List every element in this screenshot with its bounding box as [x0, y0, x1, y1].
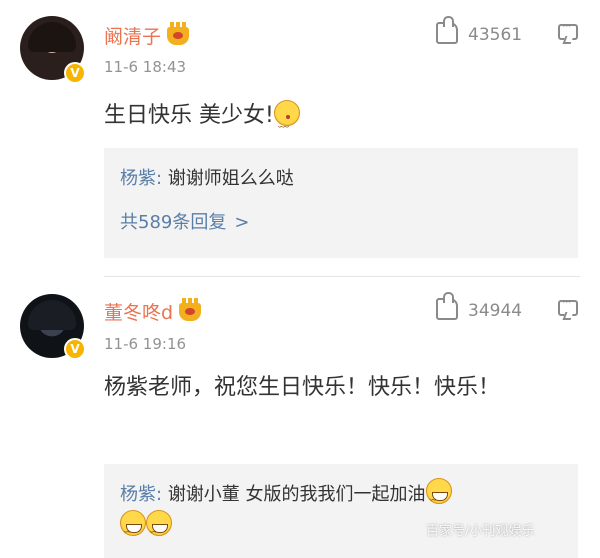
reply-text: 谢谢师姐么么哒	[167, 168, 294, 189]
timestamp: 11-6 18:43	[104, 58, 187, 76]
like-button[interactable]: 34944	[436, 292, 523, 321]
username[interactable]: 董冬咚d	[104, 298, 202, 325]
divider	[104, 276, 580, 277]
comment-reply-icon[interactable]	[558, 19, 578, 40]
view-more-replies-link[interactable]: 共589条回复 >	[120, 208, 249, 234]
username[interactable]: 阚清子	[104, 22, 190, 49]
reply-username[interactable]: 杨紫:	[120, 168, 162, 189]
grin-emoji-icon	[146, 510, 172, 543]
grin-emoji-icon	[120, 510, 146, 543]
crown-icon	[179, 298, 202, 321]
chevron-right-icon: >	[234, 212, 250, 233]
verified-v-icon: V	[64, 62, 86, 84]
reply-line: 杨紫: 谢谢师姐么么哒	[120, 164, 570, 194]
comment-item: V 阚清子 11-6 18:43 43561 生日快乐 美少女! 杨紫: 谢谢师…	[0, 0, 600, 272]
thumbs-up-icon	[436, 292, 458, 320]
comment-item: V 董冬咚d 11-6 19:16 34944 杨紫老师，祝您生日快乐！快乐！快…	[0, 282, 600, 558]
more-replies-label[interactable]: 共589条回复	[120, 212, 226, 233]
kiss-emoji-icon	[273, 100, 300, 143]
crown-icon	[167, 22, 190, 45]
comment-text-content: 生日快乐 美少女!	[104, 103, 274, 128]
avatar-hair	[28, 300, 76, 330]
watermark: 百家号/小刊观娱乐	[426, 524, 535, 539]
grin-emoji-icon	[425, 478, 452, 511]
reply-text: 谢谢小董 女版的我我们一起加油	[167, 484, 426, 505]
like-button[interactable]: 43561	[436, 16, 523, 45]
reply-box: 杨紫: 谢谢小董 女版的我我们一起加油	[104, 464, 578, 558]
comment-text: 生日快乐 美少女!	[104, 96, 574, 143]
like-count: 34944	[468, 301, 523, 321]
username-text[interactable]: 阚清子	[104, 26, 161, 48]
reply-box: 杨紫: 谢谢师姐么么哒 共589条回复 >	[104, 148, 578, 258]
thumbs-up-icon	[436, 16, 458, 44]
comment-reply-icon[interactable]	[558, 295, 578, 316]
timestamp: 11-6 19:16	[104, 335, 187, 353]
avatar-hair	[28, 22, 76, 52]
like-count: 43561	[468, 25, 523, 45]
username-text[interactable]: 董冬咚d	[104, 302, 173, 324]
reply-username[interactable]: 杨紫:	[120, 484, 162, 505]
verified-v-icon: V	[64, 338, 86, 360]
comment-text: 杨紫老师，祝您生日快乐！快乐！快乐！	[104, 375, 501, 400]
